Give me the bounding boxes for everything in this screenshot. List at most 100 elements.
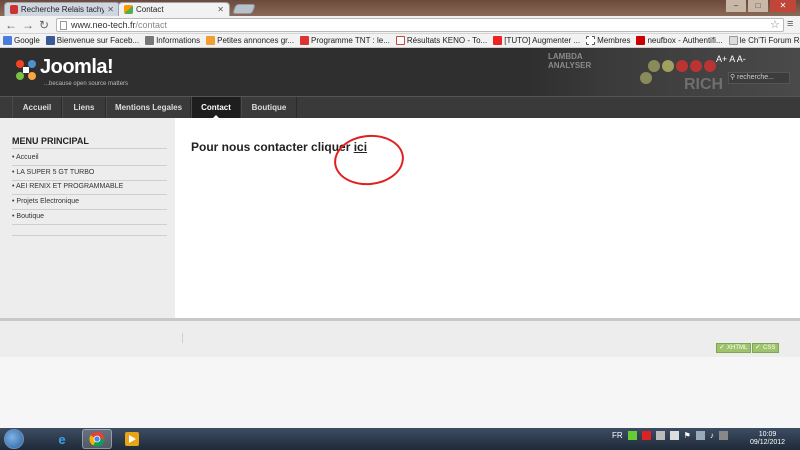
divider bbox=[12, 224, 167, 225]
sidebar-item-super5[interactable]: • LA SUPER 5 GT TURBO bbox=[12, 169, 94, 176]
antivirus-icon[interactable] bbox=[641, 431, 651, 440]
forward-icon[interactable]: → bbox=[22, 18, 34, 32]
minimize-button[interactable]: – bbox=[726, 0, 746, 12]
bookmark-tnt[interactable]: Programme TNT : le... bbox=[300, 36, 390, 45]
bookmark-label: Programme TNT : le... bbox=[311, 36, 390, 45]
network-icon[interactable] bbox=[695, 431, 705, 440]
nav-item-contact[interactable]: Contact bbox=[191, 97, 241, 118]
close-tab-icon[interactable]: ✕ bbox=[107, 5, 114, 14]
bookmark-label: Petites annonces gr... bbox=[217, 36, 295, 45]
sidebar: MENU PRINCIPAL • Accueil • LA SUPER 5 GT… bbox=[0, 118, 175, 318]
system-tray: FR ⚑ ♪ bbox=[612, 431, 728, 440]
css-badge[interactable]: CSS bbox=[752, 343, 780, 353]
nav-item-boutique[interactable]: Boutique bbox=[241, 97, 297, 118]
facebook-favicon-icon bbox=[45, 36, 55, 45]
gauge-icon bbox=[676, 60, 688, 72]
bookmark-keno[interactable]: Résultats KENO - To... bbox=[395, 36, 488, 45]
display-icon[interactable] bbox=[718, 431, 728, 440]
nav-item-mentions-legales[interactable]: Mentions Legales bbox=[106, 97, 191, 118]
system-clock[interactable]: 10:09 09/12/2012 bbox=[750, 431, 785, 447]
url-host: www.neo-tech.fr bbox=[71, 20, 136, 30]
banner-line: LAMBDA bbox=[548, 52, 583, 61]
bookmark-label: Informations bbox=[156, 36, 201, 45]
gauge-icon bbox=[690, 60, 702, 72]
bookmark-label: le Ch'Ti Forum Rena... bbox=[739, 36, 800, 45]
browser-titlebar: Recherche Relais tachymè ✕ Contact ✕ – □… bbox=[0, 0, 800, 16]
sidebar-item-boutique[interactable]: • Boutique bbox=[12, 213, 44, 220]
bookmark-google[interactable]: Google bbox=[3, 36, 40, 45]
bookmark-label: neufbox - Authentifi... bbox=[647, 36, 723, 45]
windows-taskbar: e FR ⚑ ♪ 10:09 09/12/2012 bbox=[0, 428, 800, 450]
sidebar-item-label: Projets Electronique bbox=[16, 198, 80, 205]
battery-icon[interactable] bbox=[669, 431, 679, 440]
tele-favicon-icon bbox=[300, 36, 310, 45]
back-icon[interactable]: ← bbox=[5, 18, 17, 32]
address-bar[interactable]: www.neo-tech.fr/contact bbox=[56, 18, 784, 32]
nav-item-accueil[interactable]: Accueil bbox=[12, 97, 62, 118]
divider bbox=[12, 180, 167, 181]
tab-title: Recherche Relais tachymè bbox=[20, 5, 105, 14]
flag-icon[interactable]: ⚑ bbox=[684, 431, 691, 440]
internet-explorer-icon[interactable]: e bbox=[47, 429, 77, 449]
font-size-controls[interactable]: A+ A A- bbox=[716, 54, 746, 64]
bookmark-label: Google bbox=[14, 36, 40, 45]
clock-time: 10:09 bbox=[758, 431, 777, 438]
bookmark-annonces[interactable]: Petites annonces gr... bbox=[206, 36, 294, 45]
sidebar-item-projets[interactable]: • Projets Electronique bbox=[12, 198, 79, 205]
close-tab-icon[interactable]: ✕ bbox=[217, 5, 224, 14]
menu-icon[interactable]: ≡ bbox=[787, 18, 793, 30]
sidebar-item-label: Boutique bbox=[16, 213, 45, 220]
joomla-logo-icon[interactable] bbox=[14, 58, 38, 82]
bookmark-label: [TUTO] Augmenter ... bbox=[504, 36, 581, 45]
site-footer: XHTML CSS bbox=[0, 321, 800, 357]
divider bbox=[12, 165, 167, 166]
site-logo-text[interactable]: Joomla! bbox=[40, 56, 114, 79]
sidebar-item-label: Accueil bbox=[16, 154, 39, 161]
keno-favicon-icon bbox=[395, 36, 405, 45]
sidebar-item-label: AEI RENIX ET PROGRAMMABLE bbox=[16, 183, 124, 190]
divider bbox=[12, 148, 167, 149]
language-indicator[interactable]: FR bbox=[612, 431, 623, 440]
divider bbox=[12, 235, 167, 236]
nvidia-icon[interactable] bbox=[627, 431, 637, 440]
sidebar-item-renix[interactable]: • AEI RENIX ET PROGRAMMABLE bbox=[12, 183, 123, 190]
tab-search[interactable]: Recherche Relais tachymè ✕ bbox=[4, 2, 120, 16]
sfr-favicon-icon bbox=[636, 36, 646, 45]
bookmark-label: Membres bbox=[597, 36, 631, 45]
window-controls: – □ ✕ bbox=[726, 0, 796, 12]
sidebar-item-accueil[interactable]: • Accueil bbox=[12, 154, 39, 161]
banner-line: ANALYSER bbox=[548, 61, 592, 70]
bookmark-facebook[interactable]: Bienvenue sur Faceb... bbox=[45, 36, 139, 45]
maximize-button[interactable]: □ bbox=[748, 0, 768, 12]
contact-text: Pour nous contacter cliquer bbox=[191, 140, 354, 154]
bookmark-forum[interactable]: le Ch'Ti Forum Rena... bbox=[728, 36, 800, 45]
nav-item-liens[interactable]: Liens bbox=[62, 97, 106, 118]
page-bottom-area bbox=[0, 357, 800, 428]
divider bbox=[182, 333, 183, 343]
bookmark-star-icon[interactable]: ☆ bbox=[770, 18, 780, 31]
forum-favicon-icon bbox=[728, 36, 738, 45]
site-search-input[interactable]: ⚲ recherche... bbox=[728, 72, 790, 84]
media-player-icon[interactable] bbox=[117, 429, 147, 449]
bookmark-membres[interactable]: Membres bbox=[586, 36, 630, 45]
search-placeholder: recherche... bbox=[737, 74, 774, 81]
bookmark-informations[interactable]: Informations bbox=[145, 36, 200, 45]
gauge-icon bbox=[662, 60, 674, 72]
search-icon: ⚲ bbox=[730, 74, 736, 81]
play-icon bbox=[125, 432, 139, 446]
start-button[interactable] bbox=[4, 429, 24, 449]
volume-icon[interactable]: ♪ bbox=[710, 431, 714, 440]
xhtml-badge[interactable]: XHTML bbox=[716, 343, 752, 353]
main-content: Pour nous contacter cliquer ici bbox=[175, 118, 800, 318]
bookmark-label: Résultats KENO - To... bbox=[406, 36, 488, 45]
gauge-icon bbox=[648, 60, 660, 72]
url-path: /contact bbox=[135, 20, 168, 30]
close-window-button[interactable]: ✕ bbox=[770, 0, 796, 12]
tab-contact[interactable]: Contact ✕ bbox=[118, 2, 230, 16]
new-tab-button[interactable] bbox=[232, 4, 256, 14]
tray-app-icon[interactable] bbox=[655, 431, 665, 440]
bookmark-neufbox[interactable]: neufbox - Authentifi... bbox=[636, 36, 723, 45]
bookmark-tuto[interactable]: [TUTO] Augmenter ... bbox=[493, 36, 580, 45]
reload-icon[interactable]: ↻ bbox=[39, 18, 49, 32]
chrome-taskbar-button[interactable] bbox=[82, 429, 112, 449]
